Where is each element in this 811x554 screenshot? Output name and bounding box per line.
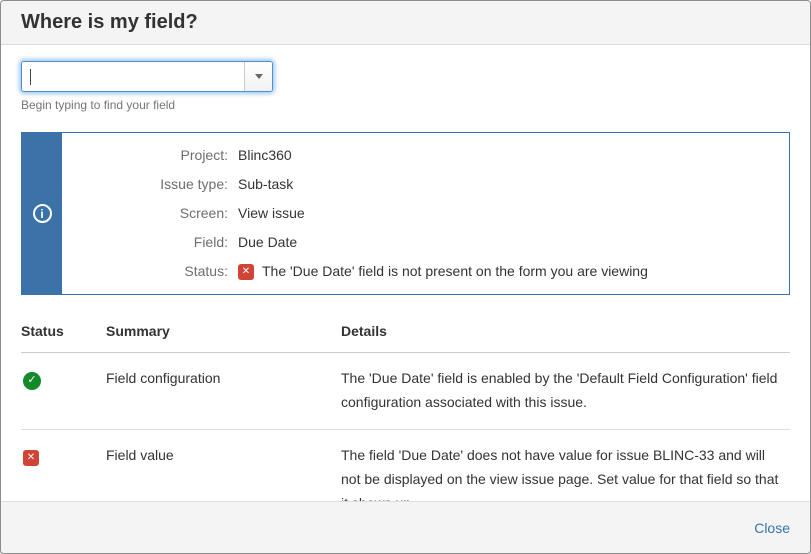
info-label: Issue type: <box>78 170 228 199</box>
info-panel-content: Project: Blinc360 Issue type: Sub-task S… <box>62 133 789 294</box>
dialog-title: Where is my field? <box>21 11 198 34</box>
info-status-value: ✕ The 'Due Date' field is not present on… <box>238 257 648 286</box>
info-value: View issue <box>238 199 305 228</box>
info-label: Status: <box>78 257 228 286</box>
column-header-details: Details <box>341 311 790 352</box>
info-label: Screen: <box>78 199 228 228</box>
info-row-project: Project: Blinc360 <box>78 141 773 170</box>
info-value: Due Date <box>238 228 297 257</box>
dialog-header: Where is my field? <box>1 1 810 45</box>
table-row-field-configuration: ✓ Field configuration The 'Due Date' fie… <box>21 353 790 430</box>
field-search-input[interactable] <box>22 62 244 91</box>
status-cell: ✕ <box>21 430 106 501</box>
column-header-status: Status <box>21 311 106 352</box>
summary-cell: Field value <box>106 430 341 501</box>
info-row-status: Status: ✕ The 'Due Date' field is not pr… <box>78 257 773 286</box>
info-label: Project: <box>78 141 228 170</box>
field-picker-combo <box>21 61 273 92</box>
info-panel-stripe: i <box>22 133 62 294</box>
field-status-table: Status Summary Details ✓ Field configura… <box>21 311 790 501</box>
field-picker-helper-text: Begin typing to find your field <box>21 98 790 112</box>
table-row-field-value: ✕ Field value The field 'Due Date' does … <box>21 430 790 501</box>
details-cell: The field 'Due Date' does not have value… <box>341 430 790 501</box>
column-header-summary: Summary <box>106 311 341 352</box>
success-check-icon: ✓ <box>23 372 41 390</box>
status-message: The 'Due Date' field is not present on t… <box>262 257 648 286</box>
details-cell: The 'Due Date' field is enabled by the '… <box>341 353 790 429</box>
summary-cell: Field configuration <box>106 353 341 429</box>
info-row-field: Field: Due Date <box>78 228 773 257</box>
status-cell: ✓ <box>21 353 106 429</box>
chevron-down-icon <box>255 74 263 79</box>
info-label: Field: <box>78 228 228 257</box>
field-picker-dropdown-button[interactable] <box>244 62 272 91</box>
close-link[interactable]: Close <box>754 520 790 536</box>
dialog-footer: Close <box>1 501 810 553</box>
info-value: Blinc360 <box>238 141 292 170</box>
dialog-content: Begin typing to find your field i Projec… <box>1 45 810 501</box>
table-header-row: Status Summary Details <box>21 311 790 353</box>
error-icon: ✕ <box>23 450 39 466</box>
info-row-issue-type: Issue type: Sub-task <box>78 170 773 199</box>
info-row-screen: Screen: View issue <box>78 199 773 228</box>
error-icon: ✕ <box>238 264 254 280</box>
where-is-my-field-dialog: Where is my field? Begin typing to find … <box>0 0 811 554</box>
info-icon: i <box>33 204 52 223</box>
field-info-panel: i Project: Blinc360 Issue type: Sub-task… <box>21 132 790 295</box>
info-value: Sub-task <box>238 170 293 199</box>
